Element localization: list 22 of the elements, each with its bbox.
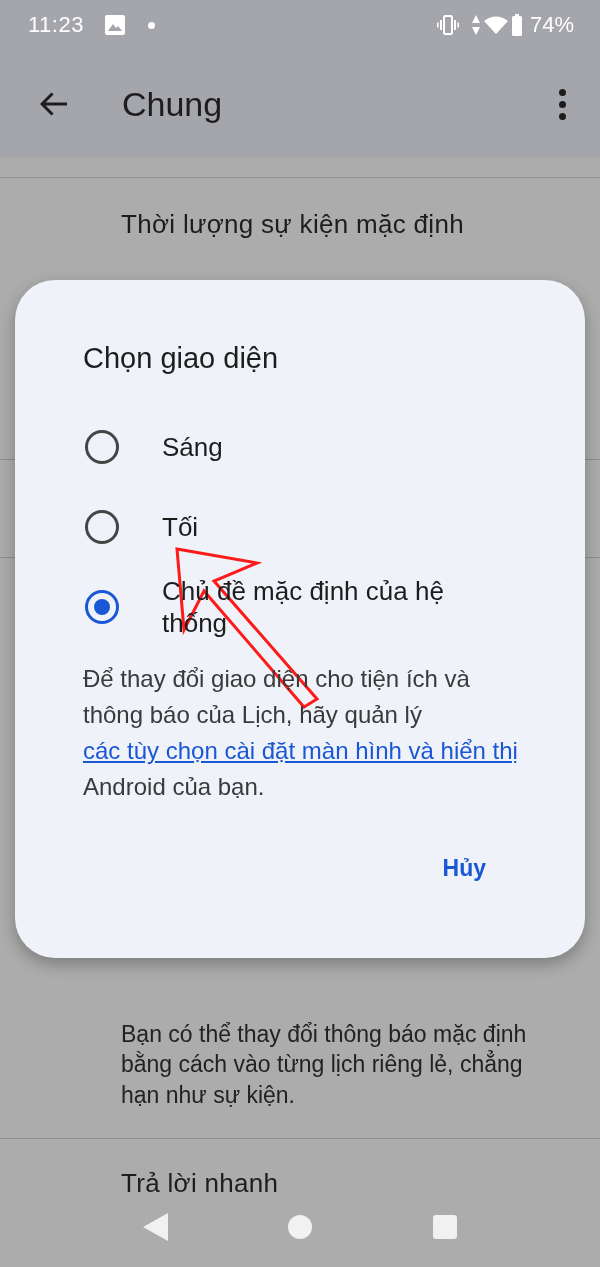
radio-button[interactable] xyxy=(85,510,119,544)
option-label[interactable]: Sáng xyxy=(162,431,223,463)
back-arrow-icon[interactable] xyxy=(40,92,67,116)
cancel-button[interactable]: Hủy xyxy=(430,846,498,890)
setting-title[interactable]: Trả lời nhanh xyxy=(0,1139,600,1196)
dot-icon xyxy=(147,21,155,29)
setting-note: Bạn có thể thay đổi thông báo mặc định bằng cách vào từng lịch riêng lẻ, chẳng hạn như sự kiện. xyxy=(120,1019,528,1110)
status-time: 11:23 xyxy=(28,12,84,38)
image-icon xyxy=(104,15,125,35)
dialog-title: Chọn giao diện xyxy=(83,341,280,376)
data-arrows-icon xyxy=(471,15,480,35)
wifi-icon xyxy=(483,16,508,34)
more-vert-icon[interactable] xyxy=(559,88,566,120)
radio-button[interactable] xyxy=(85,430,119,464)
setting-title[interactable]: Thời lượng sự kiện mặc định xyxy=(0,178,600,271)
screen-title: Chung xyxy=(122,84,223,124)
vibrate-icon xyxy=(436,15,459,35)
battery-icon xyxy=(511,14,522,36)
battery-percent: 74% xyxy=(529,12,574,38)
settings-link[interactable]: các tùy chọn cài đặt màn hình và hiển thị xyxy=(83,737,518,764)
option-label[interactable]: Tối xyxy=(162,511,199,543)
radio-button[interactable] xyxy=(85,590,119,624)
